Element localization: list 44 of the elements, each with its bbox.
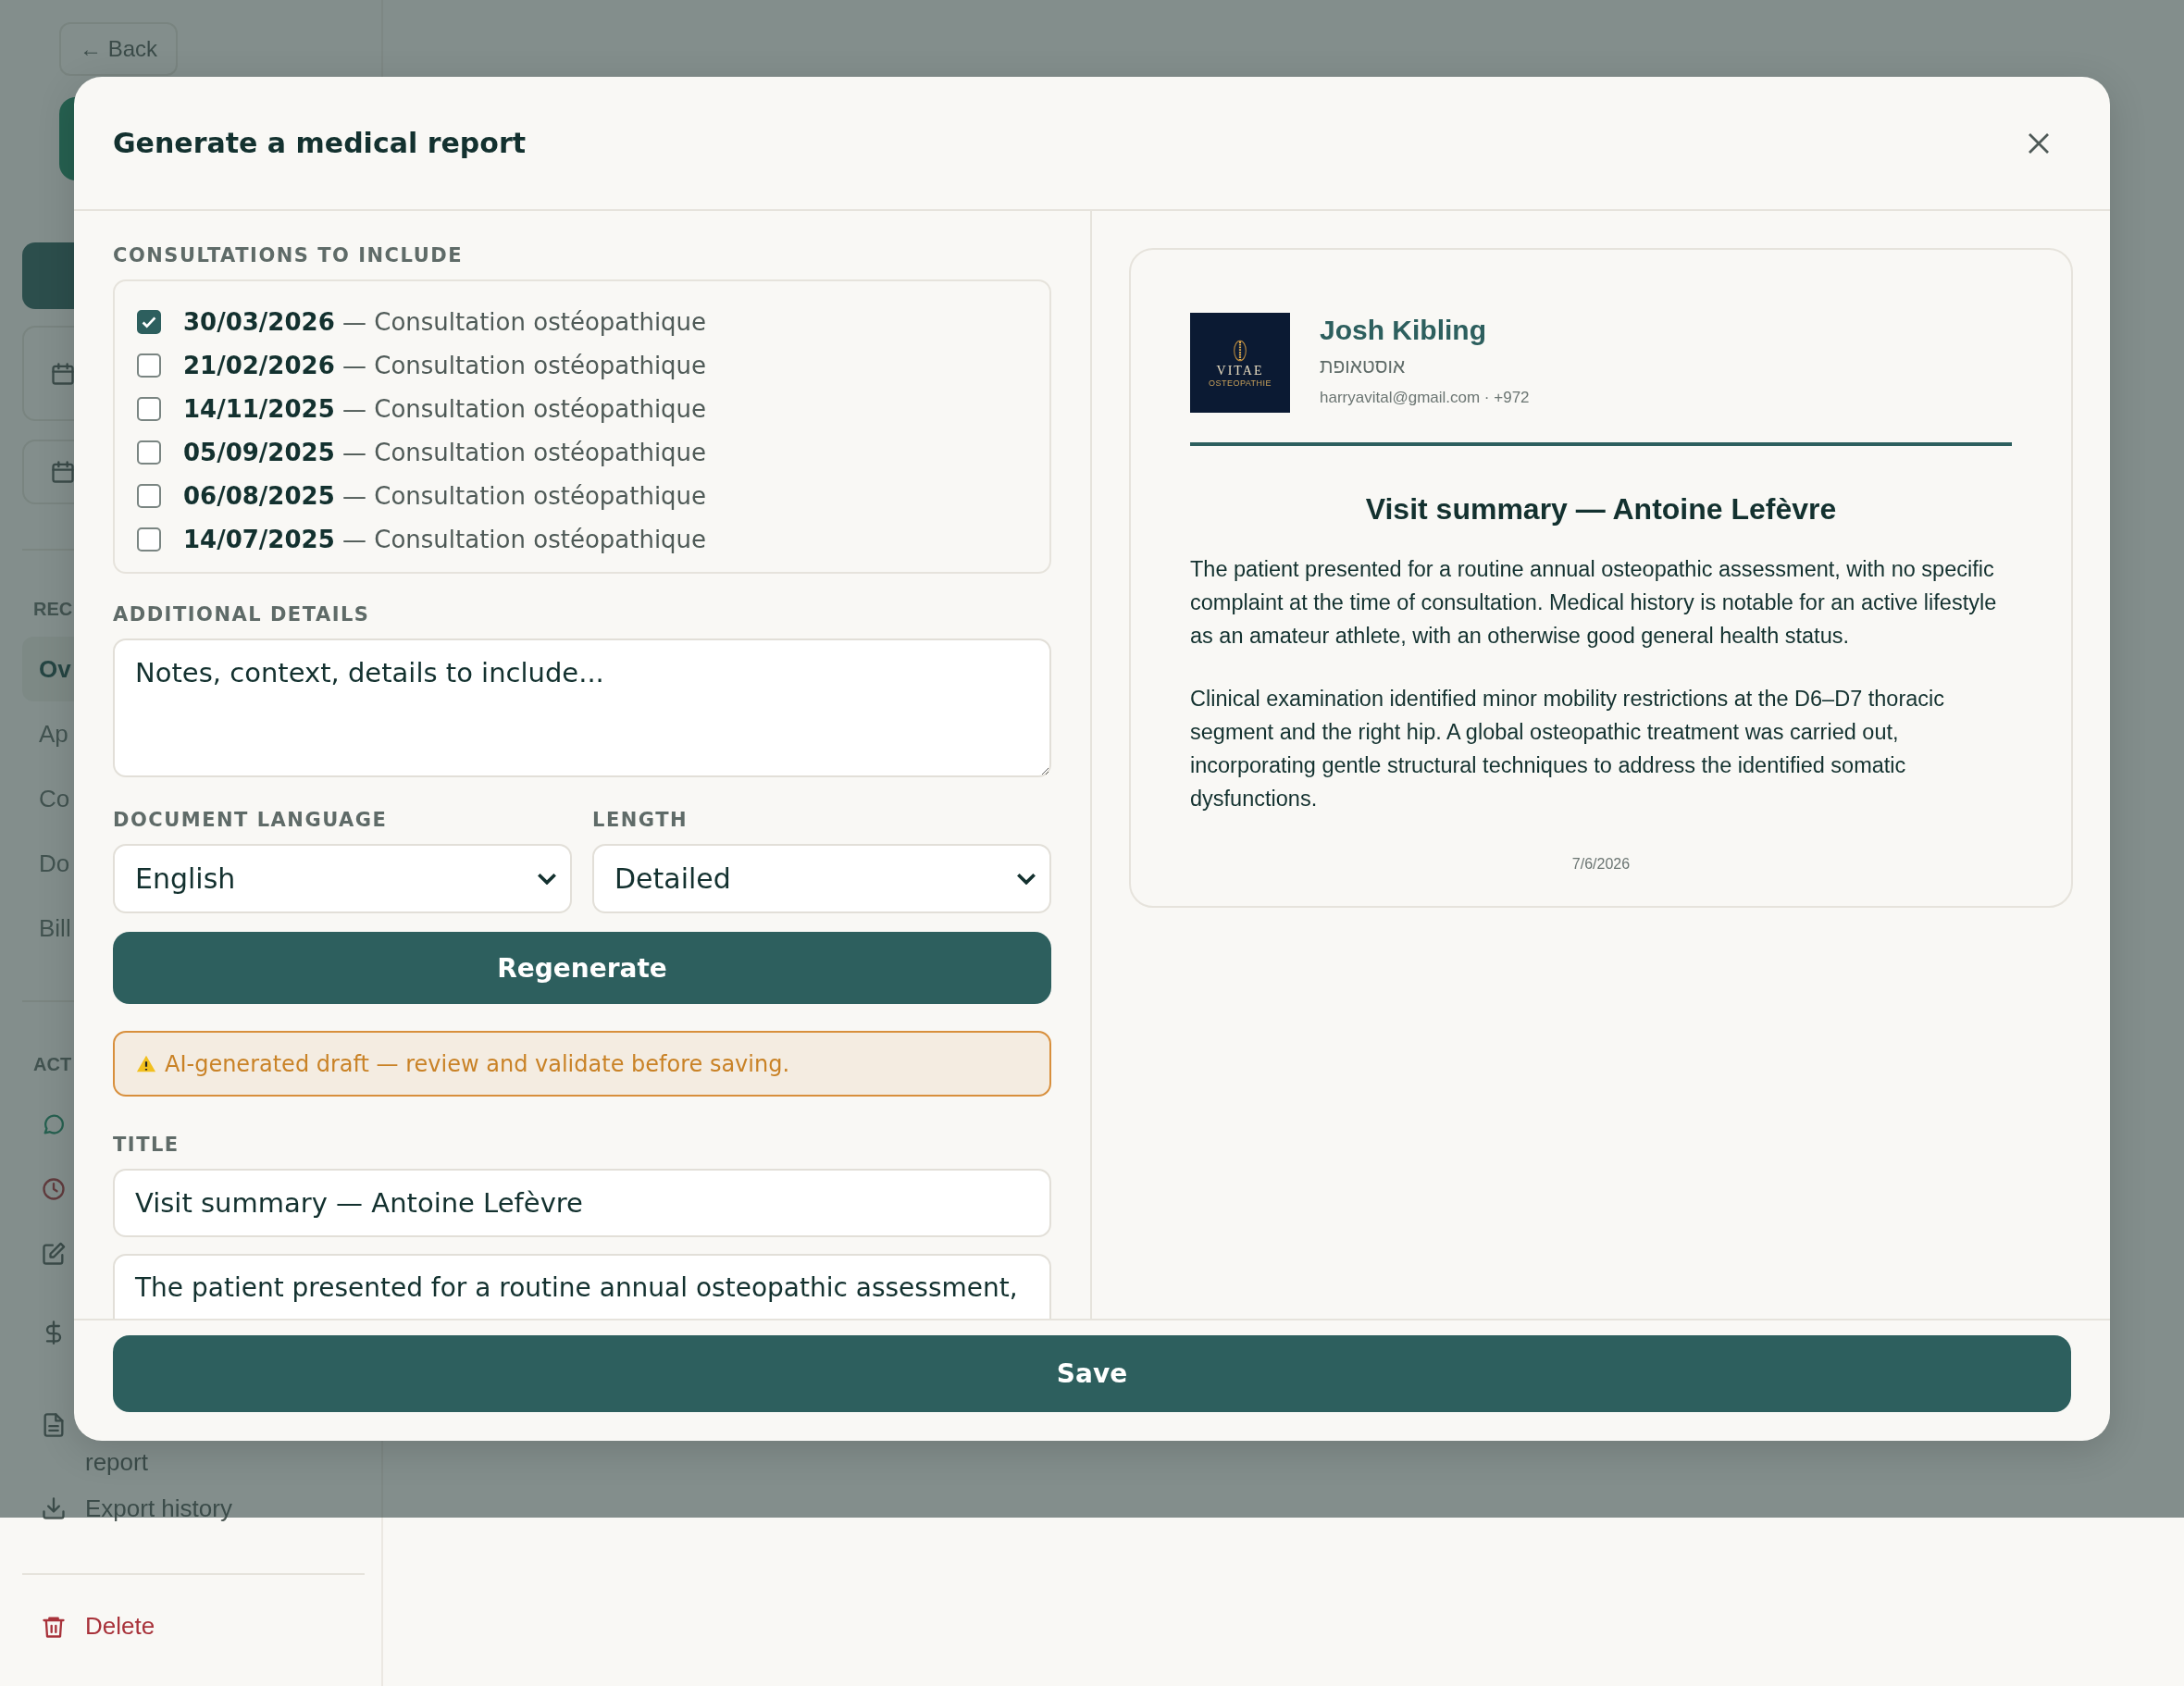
title-field[interactable]: Visit summary — Antoine Lefèvre <box>113 1169 1051 1237</box>
consultation-label[interactable]: 06/08/2025 — Consultation ostéopathique <box>183 481 707 510</box>
language-select[interactable]: English <box>113 844 572 913</box>
field-label: ADDITIONAL DETAILS <box>113 603 371 626</box>
checkbox[interactable] <box>137 396 161 421</box>
download-icon[interactable] <box>41 1495 67 1521</box>
save-button[interactable]: Save <box>113 1335 2071 1412</box>
logo: VITAE OSTEOPATHIE <box>1190 313 1290 413</box>
field-label: DOCUMENT LANGUAGE <box>113 809 389 831</box>
warning-text: AI-generated draft — review and validate before saving. <box>165 1050 790 1077</box>
chevron-icon <box>537 873 557 885</box>
checkbox[interactable] <box>137 527 161 552</box>
report-paragraph: Clinical examination identified minor mobility restrictions at the D6–D7 thoracic segment and the right hip. A global osteopathic treatment was carried out, incorporating gentle structural techniques to address the identified somatic dysfunctions. <box>1190 686 1946 812</box>
checkbox[interactable] <box>137 353 161 378</box>
consultation-label[interactable]: 30/03/2026 — Consultation ostéopathique <box>183 307 707 336</box>
practitioner-specialty: אוסטאופת <box>1320 355 1407 378</box>
chevron-icon <box>1016 873 1036 885</box>
body-field[interactable]: The patient presented for a routine annual osteopathic assessment, <box>113 1254 1051 1319</box>
field-label: CONSULTATIONS TO INCLUDE <box>113 244 464 267</box>
calendar-icon <box>50 459 76 485</box>
clock-icon[interactable] <box>41 1176 67 1202</box>
checkbox[interactable] <box>137 440 161 465</box>
field-label: TITLE <box>113 1134 180 1156</box>
checkbox[interactable] <box>137 483 161 508</box>
edit-icon[interactable] <box>41 1241 67 1267</box>
report-heading: Visit summary — Antoine Lefèvre <box>1364 492 1838 527</box>
modal-title: Generate a medical report <box>113 127 526 159</box>
report-paragraph: The patient presented for a routine annual osteopathic assessment, with no specific complaint at the time of consultation. Medical history is notable for an active lifestyle as an amateur athlete, with an otherwise good general health status. <box>1190 556 1998 650</box>
checkbox[interactable] <box>137 309 161 334</box>
regenerate-button[interactable]: Regenerate <box>113 932 1051 1004</box>
delete-link[interactable]: Delete <box>85 1612 155 1641</box>
section-label: REC <box>33 598 73 621</box>
details-field[interactable]: Notes, context, details to include... <box>113 638 1051 777</box>
field-label: LENGTH <box>592 809 689 831</box>
consultation-label[interactable]: 05/09/2025 — Consultation ostéopathique <box>183 438 707 466</box>
consultation-label[interactable]: 14/07/2025 — Consultation ostéopathique <box>183 525 707 553</box>
practitioner-name: Josh Kibling <box>1320 315 1487 346</box>
practitioner-contact: harryavital@gmail.com · +972 <box>1320 389 1530 407</box>
consultation-label[interactable]: 14/11/2025 — Consultation ostéopathique <box>183 394 707 423</box>
section-label: ACT <box>33 1053 72 1076</box>
consultation-label[interactable]: 21/02/2026 — Consultation ostéopathique <box>183 351 707 379</box>
report-date: 7/6/2026 <box>1571 856 1631 873</box>
length-select[interactable]: Detailed <box>592 844 1051 913</box>
calendar-icon <box>50 360 76 387</box>
